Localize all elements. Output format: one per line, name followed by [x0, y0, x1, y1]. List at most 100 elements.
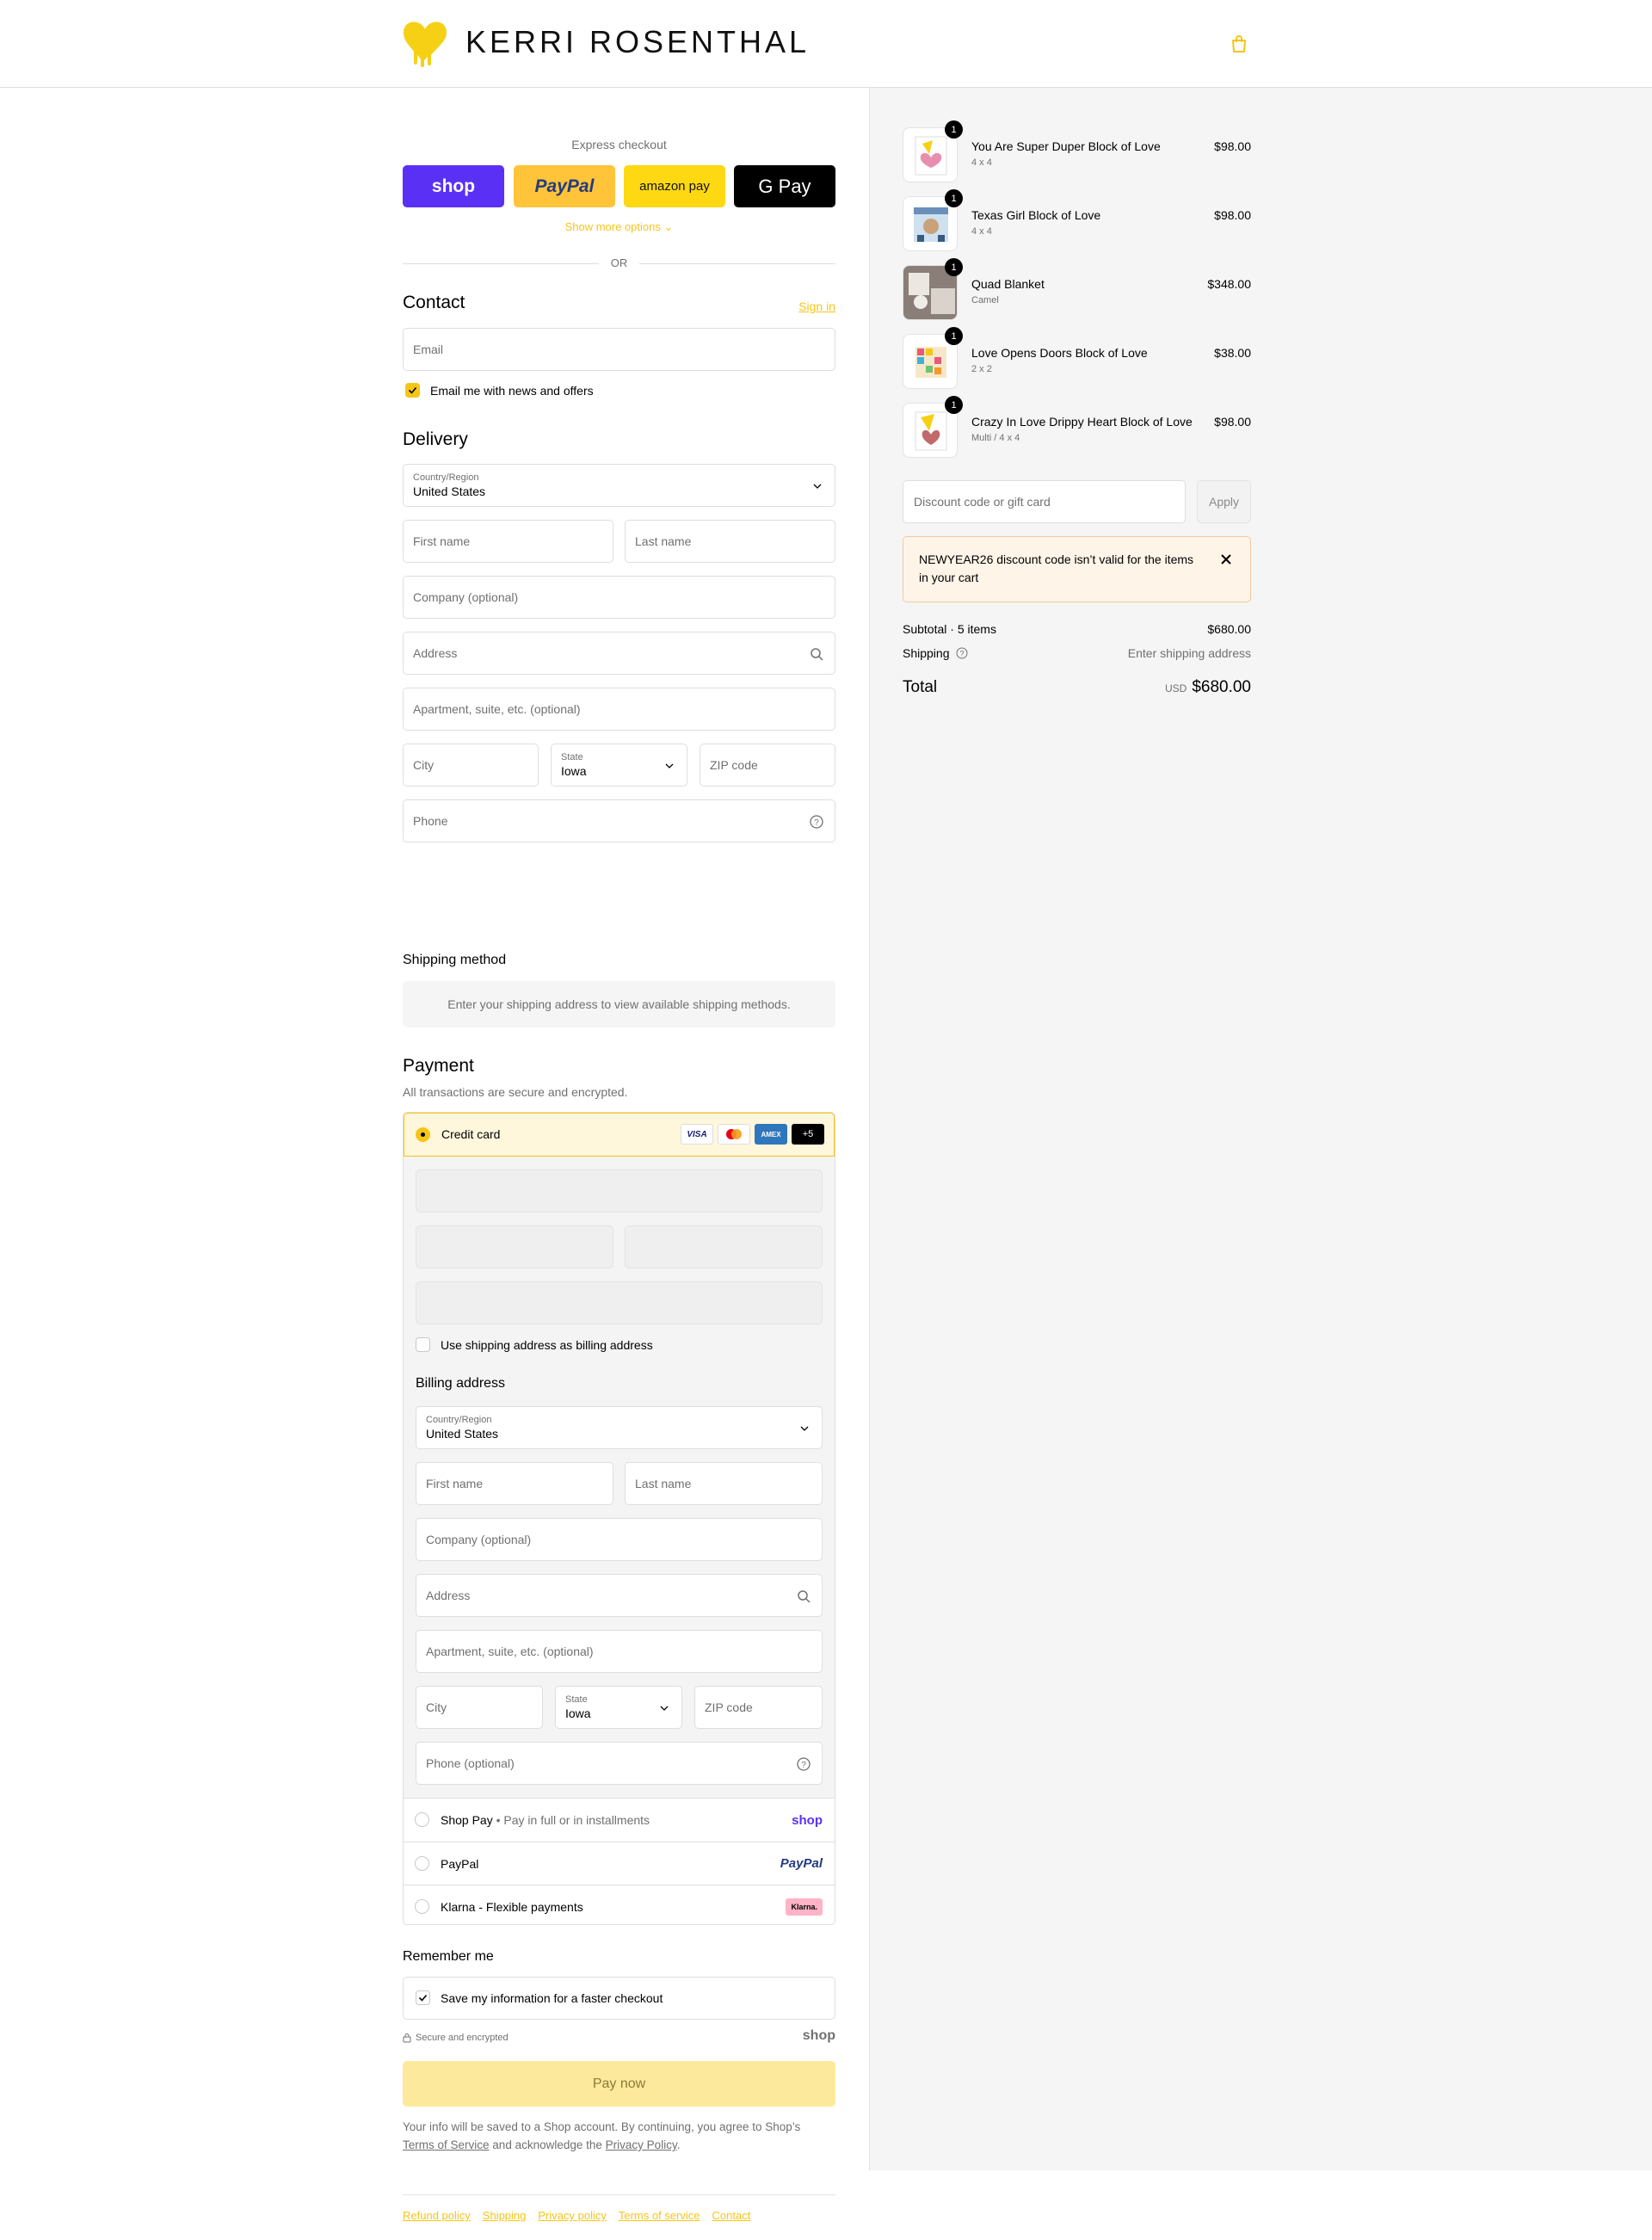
- last-name-field[interactable]: Last name: [625, 520, 835, 563]
- privacy-policy-link[interactable]: Privacy Policy: [606, 2138, 677, 2151]
- address-placeholder: Address: [413, 646, 458, 660]
- quantity-badge: 1: [945, 327, 963, 345]
- apartment-field[interactable]: Apartment, suite, etc. (optional): [403, 688, 835, 731]
- more-cards-badge: +5: [792, 1124, 824, 1145]
- shop-pay-option[interactable]: Shop Pay • Pay in full or in installment…: [404, 1799, 835, 1842]
- brand-logo[interactable]: KERRI ROSENTHAL: [402, 17, 810, 67]
- credit-card-radio[interactable]: [416, 1127, 430, 1142]
- help-icon[interactable]: ?: [796, 1756, 811, 1772]
- item-name: You Are Super Duper Block of Love: [971, 139, 1161, 153]
- close-icon[interactable]: [1219, 552, 1233, 566]
- help-icon[interactable]: ?: [956, 647, 968, 659]
- news-checkbox[interactable]: [405, 383, 420, 398]
- use-shipping-row[interactable]: Use shipping address as billing address: [416, 1337, 653, 1352]
- shipping-row: Shipping ? Enter shipping address: [903, 646, 1251, 660]
- item-price: $38.00: [1214, 346, 1251, 360]
- news-label: Email me with news and offers: [430, 383, 594, 398]
- credit-card-form: Use shipping address as billing address …: [404, 1157, 835, 1799]
- item-variant: Multi / 4 x 4: [971, 433, 1020, 443]
- contact-link[interactable]: Contact: [712, 2209, 751, 2222]
- item-price: $98.00: [1214, 208, 1251, 222]
- cart-item: 1 You Are Super Duper Block of Love 4 x …: [903, 120, 1251, 182]
- billing-apartment-field[interactable]: Apartment, suite, etc. (optional): [416, 1630, 823, 1673]
- google-pay-button[interactable]: G Pay: [734, 165, 835, 207]
- billing-state-label: State: [565, 1694, 588, 1705]
- item-price: $98.00: [1214, 139, 1251, 153]
- email-field[interactable]: Email: [403, 328, 835, 371]
- billing-country-select[interactable]: Country/Region United States: [416, 1406, 823, 1449]
- paypal-option[interactable]: PayPal PayPal: [404, 1842, 835, 1885]
- quantity-badge: 1: [945, 120, 963, 139]
- billing-last-name-field[interactable]: Last name: [625, 1462, 823, 1505]
- credit-card-label: Credit card: [441, 1127, 501, 1141]
- country-select[interactable]: Country/Region United States: [403, 464, 835, 507]
- payment-methods: Credit card VISA AMEX +5 Use shipping ad…: [403, 1112, 835, 1925]
- total-value: $680.00: [1192, 678, 1251, 696]
- terms-of-service-link[interactable]: Terms of Service: [403, 2138, 490, 2151]
- shipping-method-heading: Shipping method: [403, 953, 507, 967]
- address-field[interactable]: Address: [403, 632, 835, 675]
- phone-field[interactable]: Phone ?: [403, 799, 835, 842]
- shipping-link[interactable]: Shipping: [483, 2209, 527, 2222]
- name-on-card-field[interactable]: [416, 1281, 823, 1324]
- billing-company-field[interactable]: Company (optional): [416, 1518, 823, 1561]
- billing-state-select[interactable]: State Iowa: [555, 1686, 682, 1729]
- billing-state-value: Iowa: [565, 1706, 591, 1720]
- billing-city-field[interactable]: City: [416, 1686, 543, 1729]
- shop-pay-radio[interactable]: [415, 1812, 429, 1827]
- card-number-field[interactable]: [416, 1169, 823, 1213]
- billing-phone-field[interactable]: Phone (optional) ?: [416, 1742, 823, 1785]
- total-row: Total USD $680.00: [903, 678, 1251, 697]
- use-shipping-checkbox[interactable]: [416, 1337, 430, 1352]
- news-checkbox-row[interactable]: Email me with news and offers: [405, 383, 594, 398]
- save-info-row[interactable]: Save my information for a faster checkou…: [416, 1990, 663, 2005]
- zip-field[interactable]: ZIP code: [700, 744, 835, 787]
- first-name-field[interactable]: First name: [403, 520, 613, 563]
- state-label: State: [561, 751, 583, 762]
- legal-text-end: .: [676, 2138, 681, 2151]
- billing-zip-field[interactable]: ZIP code: [694, 1686, 823, 1729]
- contact-heading: Contact: [403, 293, 465, 312]
- phone-placeholder: Phone: [413, 814, 448, 828]
- item-price: $348.00: [1207, 277, 1251, 291]
- shopping-bag-icon[interactable]: [1229, 34, 1249, 54]
- sign-in-link[interactable]: Sign in: [798, 299, 835, 313]
- credit-card-option[interactable]: Credit card VISA AMEX +5: [404, 1113, 835, 1157]
- pay-now-button[interactable]: Pay now: [403, 2061, 835, 2107]
- shop-pay-button[interactable]: shop: [403, 165, 504, 207]
- shop-logo: shop: [431, 176, 476, 196]
- drippy-heart-icon: [404, 22, 447, 67]
- company-field[interactable]: Company (optional): [403, 576, 835, 619]
- apply-button[interactable]: Apply: [1197, 480, 1251, 523]
- klarna-radio[interactable]: [415, 1899, 429, 1914]
- billing-first-name-field[interactable]: First name: [416, 1462, 613, 1505]
- paypal-radio[interactable]: [415, 1856, 429, 1871]
- city-field[interactable]: City: [403, 744, 539, 787]
- discount-input[interactable]: Discount code or gift card: [903, 480, 1186, 523]
- privacy-policy-footer-link[interactable]: Privacy policy: [538, 2209, 606, 2222]
- item-price: $98.00: [1214, 415, 1251, 429]
- paypal-button[interactable]: PayPal: [514, 165, 615, 207]
- save-info-checkbox[interactable]: [416, 1990, 430, 2005]
- billing-phone-placeholder: Phone (optional): [426, 1756, 515, 1770]
- search-icon: [798, 1590, 811, 1603]
- state-value: Iowa: [561, 763, 587, 778]
- refund-policy-link[interactable]: Refund policy: [403, 2209, 471, 2222]
- amazon-pay-button[interactable]: amazon pay: [624, 165, 725, 207]
- billing-address-field[interactable]: Address: [416, 1574, 823, 1617]
- expiration-field[interactable]: [416, 1225, 613, 1268]
- item-name: Love Opens Doors Block of Love: [971, 346, 1148, 360]
- lock-icon: [403, 2033, 411, 2043]
- state-select[interactable]: State Iowa: [551, 744, 687, 787]
- subtotal-row: Subtotal · 5 items $680.00: [903, 622, 1251, 636]
- shop-pay-label-wrap: Shop Pay • Pay in full or in installment…: [441, 1813, 650, 1827]
- quantity-badge: 1: [945, 258, 963, 276]
- terms-of-service-footer-link[interactable]: Terms of service: [619, 2209, 700, 2222]
- security-code-field[interactable]: [625, 1225, 823, 1268]
- klarna-option[interactable]: Klarna - Flexible payments Klarna.: [404, 1885, 835, 1928]
- mastercard-icon: [718, 1124, 750, 1145]
- show-more-options[interactable]: Show more options ⌄: [403, 220, 835, 234]
- currency-label: USD: [1164, 682, 1187, 694]
- help-icon[interactable]: ?: [809, 814, 824, 830]
- cart-item: 1 Love Opens Doors Block of Love 2 x 2 $…: [903, 327, 1251, 389]
